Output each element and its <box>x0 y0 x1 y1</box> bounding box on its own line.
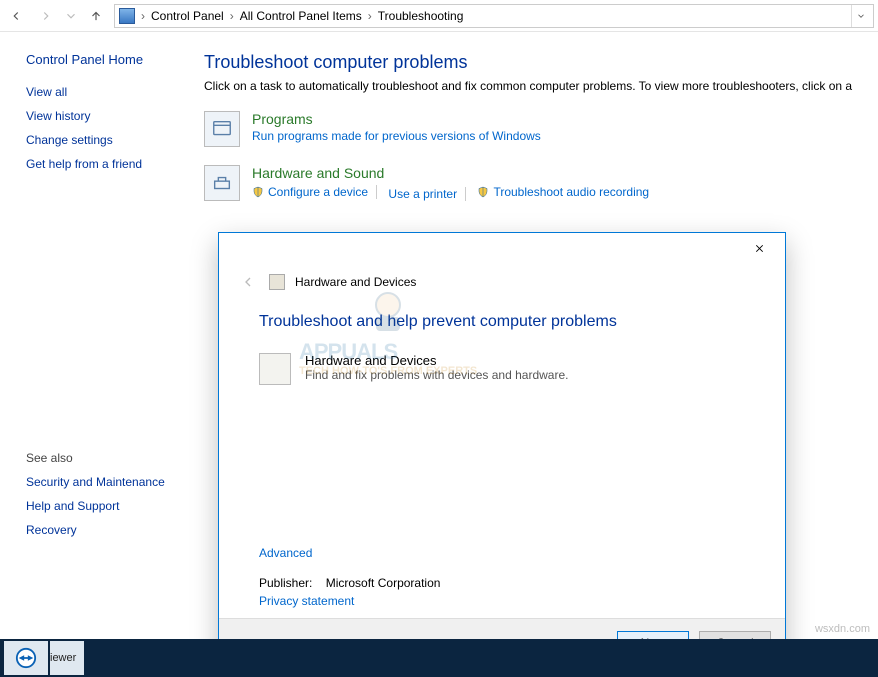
privacy-statement-link[interactable]: Privacy statement <box>259 594 745 608</box>
taskbar-teamviewer-button[interactable] <box>4 641 48 675</box>
breadcrumb-item[interactable]: Troubleshooting <box>378 9 464 23</box>
publisher-line: Publisher: Microsoft Corporation <box>259 576 745 590</box>
hardware-sound-task-row: Configure a device Use a printer Trouble… <box>252 185 868 201</box>
category-hardware-sound: Hardware and Sound Configure a device Us… <box>204 165 868 201</box>
troubleshooter-icon <box>269 274 285 290</box>
control-panel-icon <box>119 8 135 24</box>
control-panel-home-link[interactable]: Control Panel Home <box>26 52 200 67</box>
dialog-item-title: Hardware and Devices <box>305 353 568 368</box>
troubleshooter-dialog: Hardware and Devices APPUALS TECH HOW-TO… <box>218 232 786 667</box>
dialog-back-button[interactable] <box>237 271 259 293</box>
seealso-recovery[interactable]: Recovery <box>26 523 200 537</box>
hardware-sound-icon <box>204 165 240 201</box>
nav-recent-dropdown[interactable] <box>64 4 78 28</box>
task-use-printer[interactable]: Use a printer <box>388 187 466 201</box>
sidebar-link-change-settings[interactable]: Change settings <box>26 133 200 147</box>
uac-shield-icon <box>477 186 489 198</box>
sidebar: Control Panel Home View all View history… <box>0 32 200 639</box>
seealso-help-support[interactable]: Help and Support <box>26 499 200 513</box>
programs-title[interactable]: Programs <box>252 111 868 127</box>
breadcrumb-item[interactable]: All Control Panel Items <box>240 9 362 23</box>
task-configure-device[interactable]: Configure a device <box>252 185 377 199</box>
task-label: Troubleshoot audio recording <box>493 185 649 199</box>
publisher-label: Publisher: <box>259 576 312 590</box>
dialog-item-desc: Find and fix problems with devices and h… <box>305 368 568 382</box>
publisher-value: Microsoft Corporation <box>326 576 441 590</box>
dialog-content: APPUALS TECH HOW-TO'S FROM EXPERTS Troub… <box>219 293 785 546</box>
taskbar-item-label[interactable]: iewer <box>50 641 84 675</box>
sidebar-link-get-help[interactable]: Get help from a friend <box>26 157 200 171</box>
breadcrumb-sep: › <box>366 9 374 23</box>
breadcrumb-sep: › <box>139 9 147 23</box>
page-title: Troubleshoot computer problems <box>204 52 868 73</box>
uac-shield-icon <box>252 186 264 198</box>
sidebar-link-view-history[interactable]: View history <box>26 109 200 123</box>
seealso-security-maintenance[interactable]: Security and Maintenance <box>26 475 200 489</box>
category-programs: Programs Run programs made for previous … <box>204 111 868 147</box>
dialog-titlebar <box>219 233 785 263</box>
dialog-heading: Troubleshoot and help prevent computer p… <box>259 313 745 331</box>
advanced-link[interactable]: Advanced <box>259 546 745 560</box>
address-expand-button[interactable] <box>851 5 869 27</box>
page-description: Click on a task to automatically trouble… <box>204 79 868 93</box>
dialog-header: Hardware and Devices <box>219 263 785 293</box>
explorer-navbar: › Control Panel › All Control Panel Item… <box>0 0 878 32</box>
task-troubleshoot-audio[interactable]: Troubleshoot audio recording <box>477 185 657 199</box>
breadcrumb-item[interactable]: Control Panel <box>151 9 224 23</box>
dialog-item: Hardware and Devices Find and fix proble… <box>259 353 745 385</box>
dialog-close-button[interactable] <box>739 234 779 262</box>
see-also-heading: See also <box>26 451 200 465</box>
nav-forward-button[interactable] <box>34 4 58 28</box>
dialog-lower: Advanced Publisher: Microsoft Corporatio… <box>219 546 785 618</box>
source-url-watermark: wsxdn.com <box>815 623 870 635</box>
taskbar: iewer <box>0 639 878 677</box>
hardware-devices-icon <box>259 353 291 385</box>
teamviewer-icon <box>15 647 37 669</box>
nav-up-button[interactable] <box>84 4 108 28</box>
sidebar-link-view-all[interactable]: View all <box>26 85 200 99</box>
task-label: Configure a device <box>268 185 368 199</box>
programs-icon <box>204 111 240 147</box>
task-label: Use a printer <box>388 187 457 201</box>
dialog-header-title: Hardware and Devices <box>295 275 416 289</box>
breadcrumb-sep: › <box>228 9 236 23</box>
address-bar[interactable]: › Control Panel › All Control Panel Item… <box>114 4 874 28</box>
hardware-sound-title[interactable]: Hardware and Sound <box>252 165 868 181</box>
programs-run-compat-link[interactable]: Run programs made for previous versions … <box>252 129 868 143</box>
nav-back-button[interactable] <box>4 4 28 28</box>
